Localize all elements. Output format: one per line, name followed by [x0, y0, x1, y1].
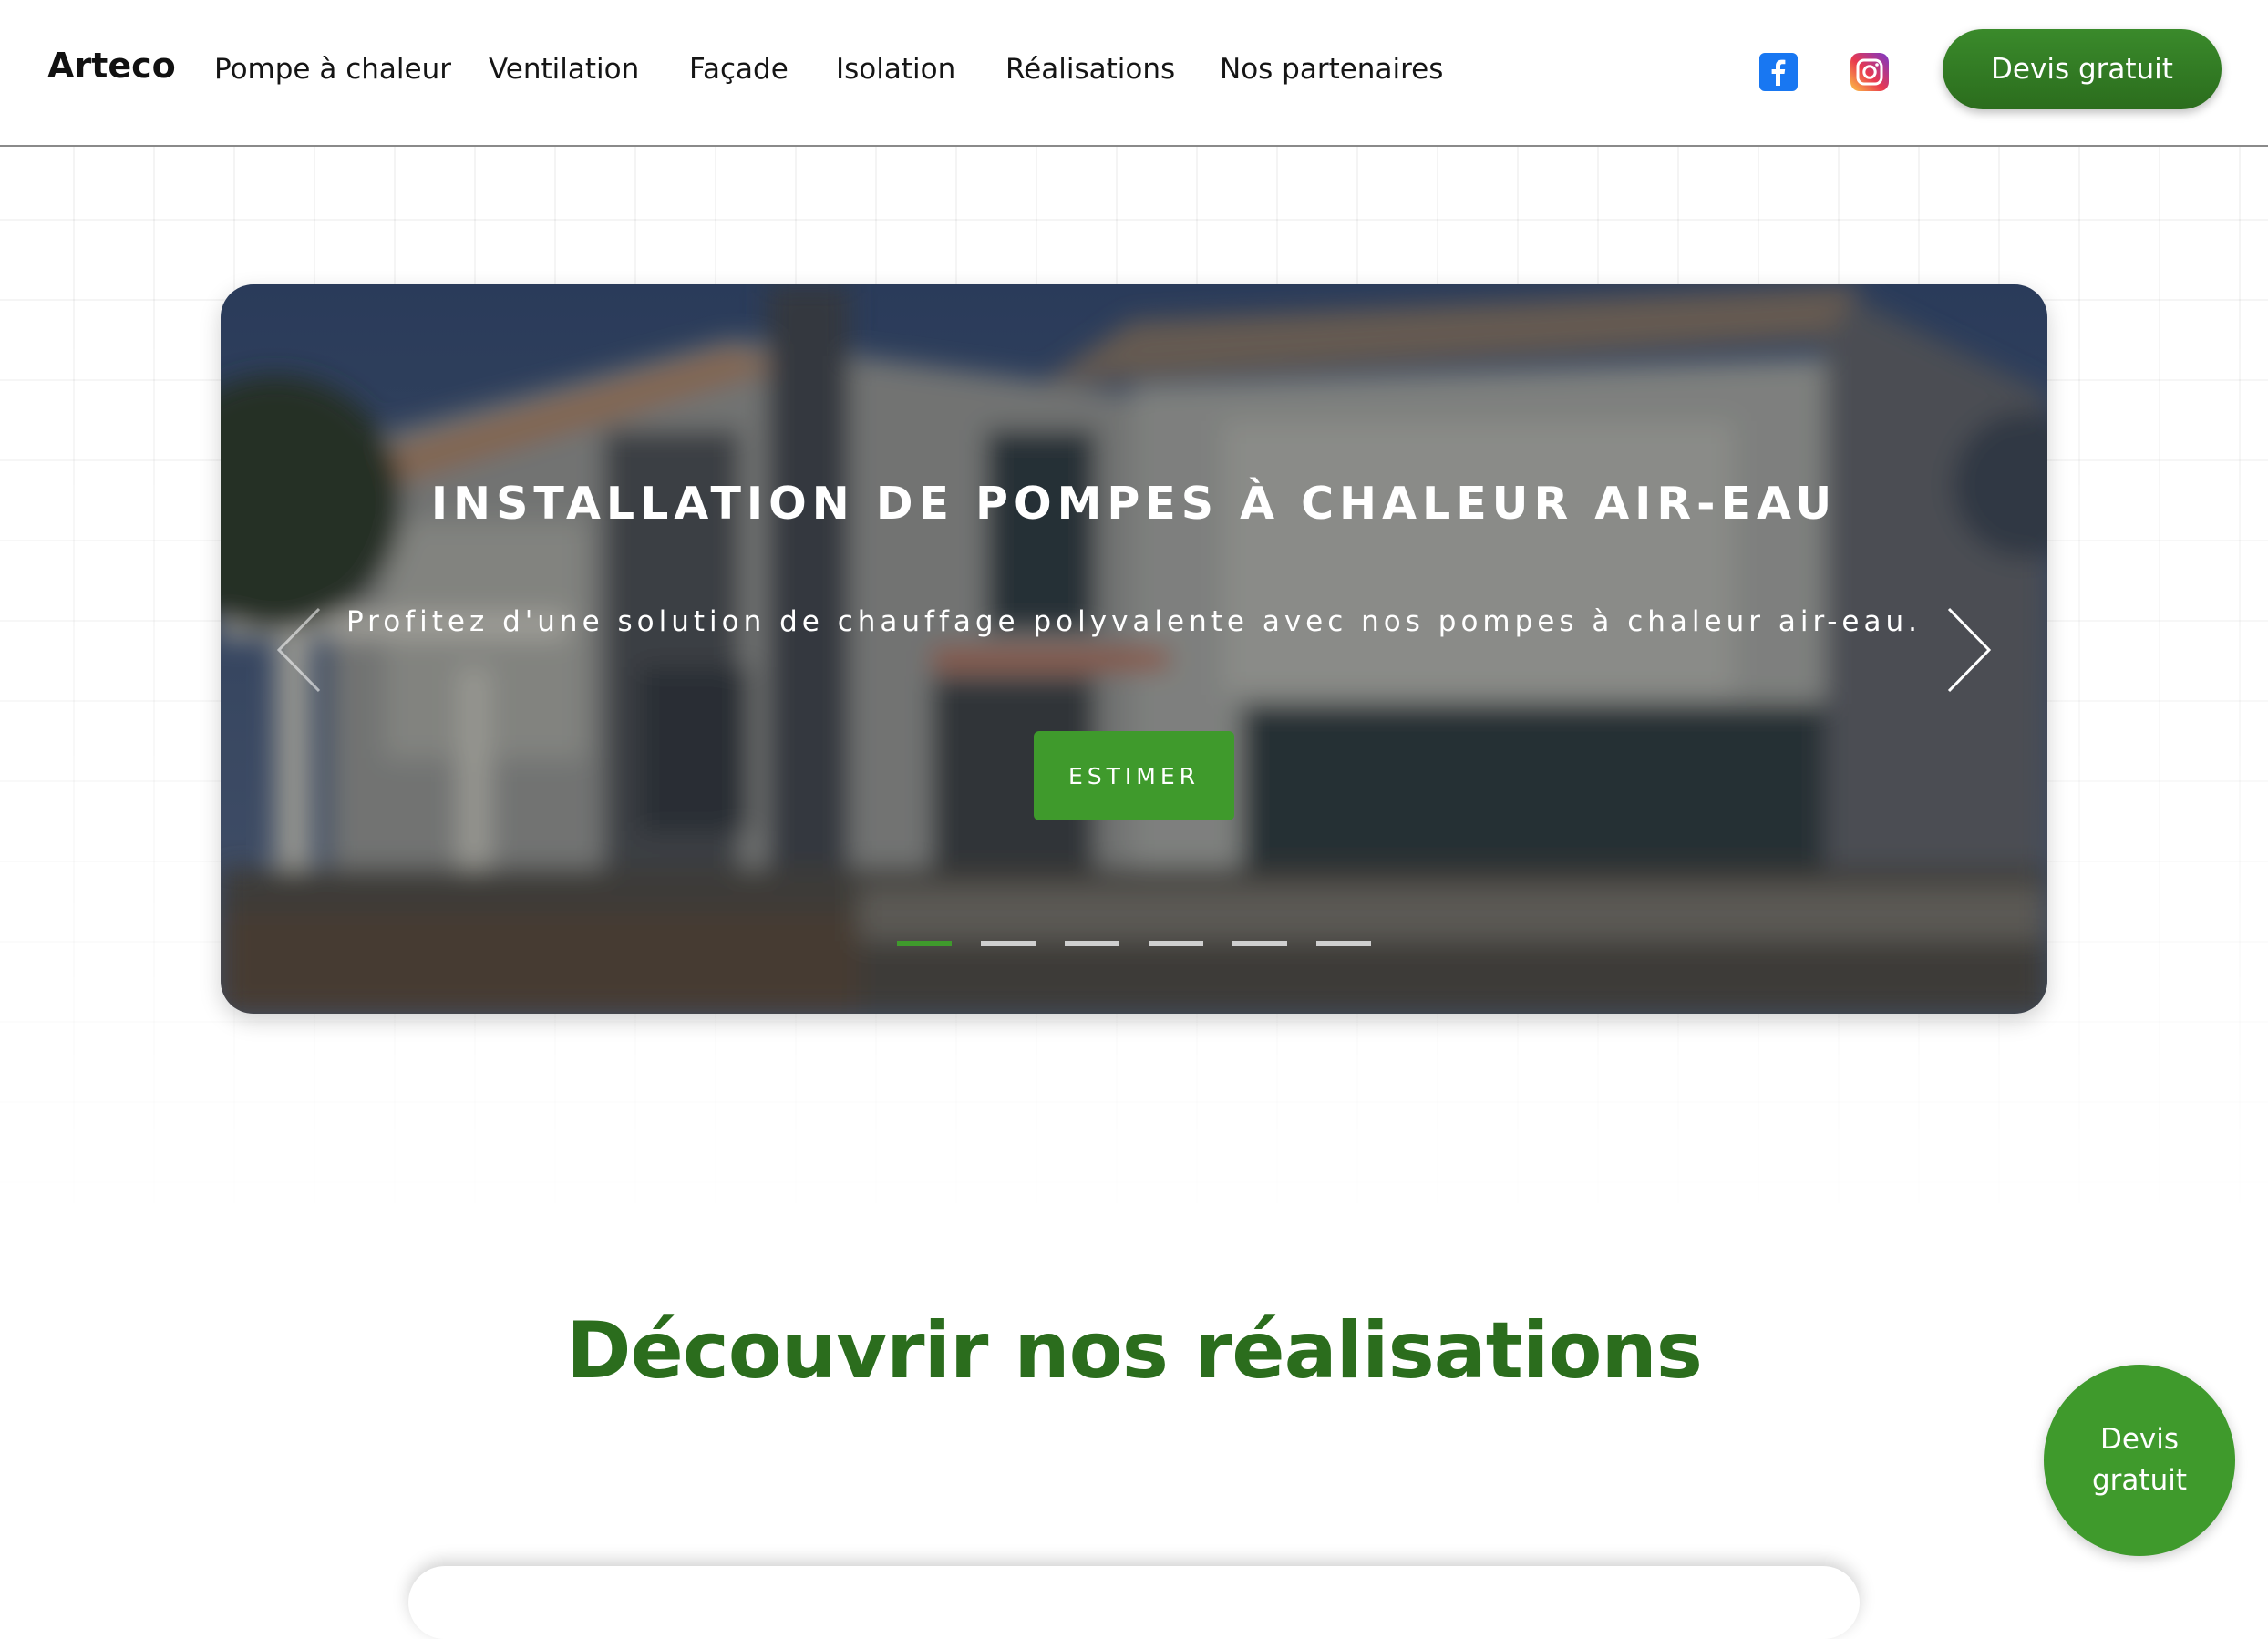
nav-item-pompe-a-chaleur[interactable]: Pompe à chaleur — [214, 53, 451, 86]
facebook-icon[interactable] — [1759, 53, 1798, 91]
hero-slider: INSTALLATION DE POMPES À CHALEUR AIR-EAU… — [221, 284, 2047, 1014]
hero-background-image — [221, 284, 2047, 1014]
floating-devis-label: Devis gratuit — [2092, 1423, 2187, 1497]
hero-subtitle: Profitez d'une solution de chauffage pol… — [346, 605, 1922, 638]
site-header: Arteco Pompe à chaleur Ventilation Façad… — [0, 0, 2268, 147]
slider-dot-4[interactable] — [1149, 941, 1203, 946]
slider-dot-5[interactable] — [1232, 941, 1287, 946]
slider-dot-2[interactable] — [981, 941, 1036, 946]
nav-item-facade[interactable]: Façade — [689, 53, 789, 86]
nav-item-ventilation[interactable]: Ventilation — [489, 53, 639, 86]
instagram-icon[interactable] — [1850, 53, 1889, 91]
floating-devis-button[interactable]: Devis gratuit — [2044, 1365, 2235, 1556]
devis-gratuit-button[interactable]: Devis gratuit — [1943, 29, 2222, 109]
slider-prev-arrow-icon[interactable] — [275, 605, 323, 698]
section-title-realisations: Découvrir nos réalisations — [566, 1305, 1703, 1397]
slider-dot-3[interactable] — [1065, 941, 1119, 946]
realisations-card — [408, 1566, 1860, 1639]
hero-title: INSTALLATION DE POMPES À CHALEUR AIR-EAU — [430, 478, 1838, 530]
site-logo[interactable]: Arteco — [47, 46, 176, 86]
slider-indicators — [221, 941, 2047, 952]
nav-item-isolation[interactable]: Isolation — [836, 53, 955, 86]
slider-dot-6[interactable] — [1316, 941, 1371, 946]
nav-item-realisations[interactable]: Réalisations — [1005, 53, 1175, 86]
estimer-button[interactable]: ESTIMER — [1034, 731, 1234, 820]
slider-dot-1[interactable] — [897, 941, 952, 946]
slider-next-arrow-icon[interactable] — [1945, 605, 1993, 698]
nav-item-nos-partenaires[interactable]: Nos partenaires — [1220, 53, 1443, 86]
